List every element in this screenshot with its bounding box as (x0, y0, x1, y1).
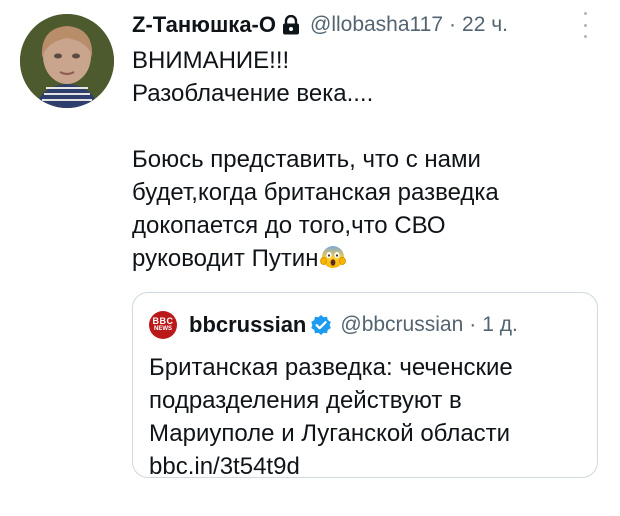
lock-icon (282, 15, 300, 35)
quoted-text-line: Мариуполе и Луганской области (149, 420, 511, 447)
tweet-text-line: Разоблачение века.... (132, 80, 374, 107)
tweet-text-line: ВНИМАНИЕ!!! (132, 47, 290, 74)
quoted-text-line: подразделения действуют в (149, 387, 462, 414)
tweet-text-line: будет,когда британская разведка (132, 179, 499, 206)
quoted-author-handle[interactable]: @bbcrussian (340, 313, 463, 337)
bbc-news-avatar[interactable]: BBC NEWS (149, 311, 177, 339)
author-handle[interactable]: @llobasha117 (310, 13, 443, 37)
avatar-photo (20, 14, 114, 108)
tweet-card[interactable]: Z-Танюшка-О @llobasha117 · 22 ч. ВНИМАНИ… (0, 0, 620, 516)
tweet-text-line: руководит Путин (132, 245, 319, 272)
tweet-timestamp[interactable]: 22 ч. (462, 13, 508, 37)
tweet-text-line: докопается до того,что СВО (132, 212, 446, 239)
screaming-face-emoji-icon (320, 244, 347, 270)
quoted-timestamp[interactable]: 1 д. (482, 313, 518, 337)
tweet-text-last-line: руководит Путин (132, 242, 592, 275)
quoted-tweet[interactable]: BBC NEWS bbcrussian @bbcrussian · 1 д. Б… (132, 292, 598, 480)
quoted-link[interactable]: bbc.in/3t54t9d (149, 450, 589, 483)
separator-dot: · (449, 13, 457, 36)
separator-dot: · (469, 313, 477, 336)
author-name[interactable]: Z-Танюшка-О (132, 12, 276, 38)
bbc-logo-text: BBC (152, 316, 174, 326)
more-options-icon[interactable] (580, 12, 590, 38)
tweet-text: ВНИМАНИЕ!!! Разоблачение века.... Боюсь … (132, 44, 592, 275)
quoted-text-line: Британская разведка: чеченские (149, 354, 513, 381)
tweet-header: Z-Танюшка-О @llobasha117 · 22 ч. (132, 10, 508, 40)
news-logo-text: NEWS (154, 326, 172, 332)
quoted-author-name[interactable]: bbcrussian (189, 312, 306, 338)
verified-badge-icon (310, 314, 332, 336)
quoted-tweet-text: Британская разведка: чеченские подраздел… (149, 351, 589, 483)
tweet-text-line (132, 110, 592, 143)
author-avatar[interactable] (20, 14, 114, 108)
tweet-text-line: Боюсь представить, что с нами (132, 146, 481, 173)
quoted-tweet-header: BBC NEWS bbcrussian @bbcrussian · 1 д. (149, 311, 518, 339)
